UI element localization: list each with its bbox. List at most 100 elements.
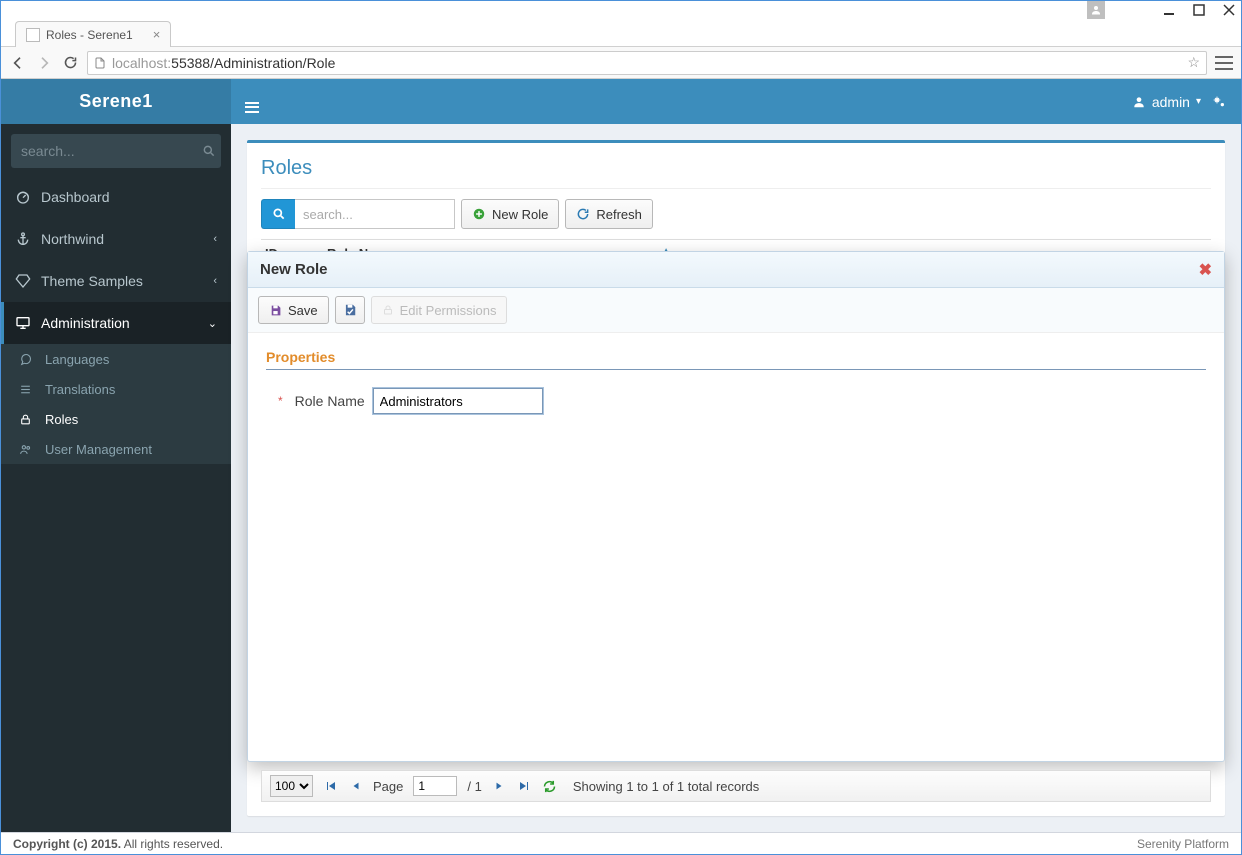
- pager-first-icon[interactable]: [323, 780, 339, 792]
- edit-permissions-button: Edit Permissions: [371, 296, 508, 324]
- brand[interactable]: Serene1: [1, 79, 231, 124]
- sidebar-subitem-roles[interactable]: Roles: [1, 404, 231, 434]
- tab-favicon: [26, 28, 40, 42]
- save-button[interactable]: Save: [258, 296, 329, 324]
- window-close-icon[interactable]: [1223, 4, 1235, 16]
- role-name-input[interactable]: [373, 388, 543, 414]
- caret-down-icon: ▾: [1196, 96, 1201, 107]
- footer-copyright-bold: Copyright (c) 2015.: [13, 837, 121, 851]
- settings-gears-icon[interactable]: [1211, 94, 1227, 110]
- pager-page-input[interactable]: [413, 776, 457, 796]
- refresh-icon: [576, 207, 590, 221]
- apply-changes-button[interactable]: [335, 296, 365, 324]
- tab-close-icon[interactable]: ×: [153, 27, 161, 42]
- chat-icon: [19, 353, 35, 366]
- sidebar-item-label: Administration: [41, 315, 130, 331]
- new-role-button[interactable]: New Role: [461, 199, 559, 229]
- chevron-left-icon: ‹: [213, 275, 217, 287]
- sidebar-item-theme-samples[interactable]: Theme Samples ‹: [1, 260, 231, 302]
- sidebar-toggle-icon[interactable]: [245, 91, 259, 113]
- url-host: localhost:: [112, 55, 171, 71]
- properties-heading: Properties: [266, 349, 1206, 370]
- sidebar-item-label: Translations: [45, 382, 115, 397]
- dialog-close-icon[interactable]: ✖: [1199, 260, 1212, 280]
- dialog-title: New Role: [260, 261, 328, 278]
- app-header: Serene1 admin ▾: [1, 79, 1241, 124]
- required-asterisk: *: [278, 394, 283, 408]
- sidebar-item-label: Dashboard: [41, 189, 110, 205]
- sidebar-subitem-translations[interactable]: Translations: [1, 374, 231, 404]
- grid-pager: 100 Page / 1: [261, 770, 1211, 802]
- url-input[interactable]: localhost: 55388/Administration/Role ☆: [87, 51, 1207, 75]
- nav-forward-icon[interactable]: [35, 54, 53, 72]
- pager-prev-icon[interactable]: [349, 780, 363, 792]
- sidebar-subitem-user-management[interactable]: User Management: [1, 434, 231, 464]
- footer: Copyright (c) 2015. All rights reserved.…: [1, 832, 1241, 854]
- content-area: Roles New Role: [231, 124, 1241, 832]
- sidebar-item-label: Languages: [45, 352, 109, 367]
- url-path: 55388/Administration/Role: [171, 55, 335, 71]
- anchor-icon: [15, 231, 31, 247]
- main-panel: Roles New Role: [247, 140, 1225, 816]
- footer-copyright-rest: All rights reserved.: [121, 837, 223, 851]
- header-username: admin: [1152, 94, 1190, 110]
- window-minimize-icon[interactable]: [1163, 4, 1175, 16]
- nav-reload-icon[interactable]: [61, 54, 79, 72]
- nav-back-icon[interactable]: [9, 54, 27, 72]
- button-label: Save: [288, 303, 318, 318]
- browser-tab[interactable]: Roles - Serene1 ×: [15, 21, 171, 47]
- dialog-toolbar: Save Edit Permissions: [248, 288, 1224, 333]
- sidebar-item-label: User Management: [45, 442, 152, 457]
- window-maximize-icon[interactable]: [1193, 4, 1205, 16]
- pager-page-label: Page: [373, 779, 403, 794]
- chevron-left-icon: ‹: [213, 233, 217, 245]
- sidebar-subitem-languages[interactable]: Languages: [1, 344, 231, 374]
- new-role-dialog: New Role ✖ Save: [247, 251, 1225, 762]
- save-check-icon: [343, 303, 357, 317]
- dialog-body: Properties * Role Name: [248, 333, 1224, 761]
- pager-next-icon[interactable]: [492, 780, 506, 792]
- dialog-titlebar[interactable]: New Role ✖: [248, 252, 1224, 288]
- sidebar-item-northwind[interactable]: Northwind ‹: [1, 218, 231, 260]
- list-icon: [19, 383, 35, 396]
- page-title: Roles: [261, 157, 1211, 180]
- refresh-button[interactable]: Refresh: [565, 199, 653, 229]
- sidebar-search[interactable]: [11, 134, 221, 168]
- lock-icon: [382, 304, 394, 316]
- pager-refresh-icon[interactable]: [542, 779, 557, 794]
- pager-page-total: / 1: [467, 779, 481, 794]
- form-row-role-name: * Role Name: [266, 388, 1206, 414]
- users-icon: [19, 443, 35, 456]
- bookmark-star-icon[interactable]: ☆: [1187, 54, 1200, 71]
- browser-menu-icon[interactable]: [1215, 54, 1233, 72]
- pager-last-icon[interactable]: [516, 780, 532, 792]
- sidebar-item-administration[interactable]: Administration ⌄: [1, 302, 231, 344]
- role-name-label: Role Name: [287, 393, 365, 409]
- window-titlebar: [1, 1, 1241, 19]
- url-doc-icon: [94, 56, 106, 70]
- lock-icon: [19, 413, 35, 426]
- header-user-menu[interactable]: admin ▾: [1132, 94, 1201, 110]
- button-label: New Role: [492, 207, 548, 222]
- sidebar-item-label: Northwind: [41, 231, 104, 247]
- search-icon: [202, 144, 216, 158]
- pager-summary: Showing 1 to 1 of 1 total records: [573, 779, 759, 794]
- button-label: Refresh: [596, 207, 642, 222]
- sidebar-item-label: Theme Samples: [41, 273, 143, 289]
- page-size-select[interactable]: 100: [270, 775, 313, 797]
- footer-platform: Serenity Platform: [1137, 837, 1229, 851]
- tab-title: Roles - Serene1: [46, 28, 133, 42]
- toolbar: New Role Refresh: [261, 188, 1211, 229]
- sidebar-search-input[interactable]: [21, 143, 202, 159]
- dashboard-icon: [15, 189, 31, 205]
- sidebar-item-dashboard[interactable]: Dashboard: [1, 176, 231, 218]
- browser-addressbar: localhost: 55388/Administration/Role ☆: [1, 47, 1241, 79]
- save-disk-icon: [269, 304, 282, 317]
- quicksearch-button[interactable]: [261, 199, 295, 229]
- user-icon: [1132, 95, 1146, 109]
- plus-circle-icon: [472, 207, 486, 221]
- quicksearch-input[interactable]: [295, 199, 455, 229]
- taskbar-user-icon: [1087, 1, 1105, 19]
- browser-tabstrip: Roles - Serene1 ×: [1, 19, 1241, 47]
- diamond-icon: [15, 273, 31, 289]
